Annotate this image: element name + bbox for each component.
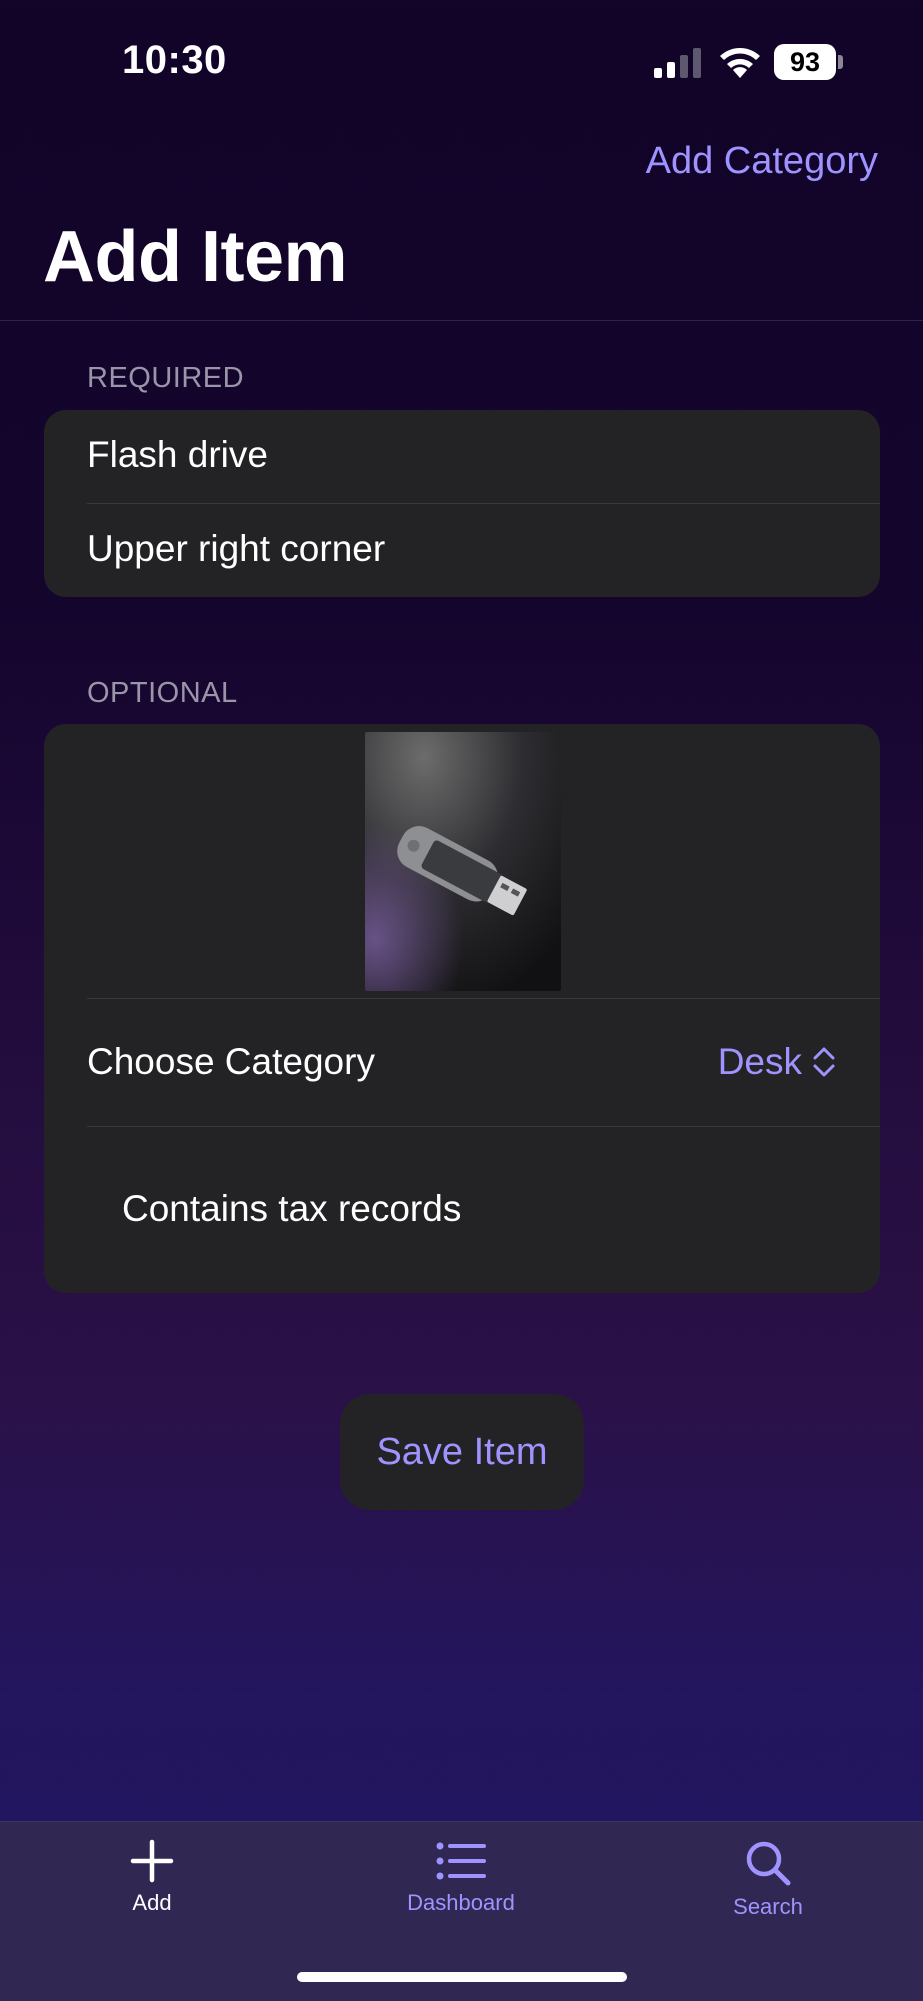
row-divider (87, 998, 880, 999)
row-divider (87, 503, 880, 504)
required-section-header: REQUIRED (87, 362, 245, 394)
list-icon (436, 1842, 486, 1880)
plus-icon (130, 1839, 174, 1883)
tab-dashboard-label: Dashboard (407, 1890, 515, 1915)
nav-divider (0, 320, 923, 321)
notes-field[interactable]: Contains tax records (122, 1188, 461, 1230)
wifi-icon (720, 48, 760, 78)
category-picker-label: Choose Category (87, 1041, 375, 1082)
battery-icon: 93 (774, 44, 844, 80)
required-card: Flash drive Upper right corner (44, 410, 880, 597)
category-picker-value: Desk (717, 1041, 802, 1082)
chevron-up-down-icon (813, 1047, 835, 1077)
page-title: Add Item (43, 217, 348, 297)
cellular-signal-icon (654, 48, 701, 78)
item-photo[interactable] (365, 732, 561, 991)
category-picker[interactable]: Desk (718, 1041, 836, 1083)
tab-search-label: Search (733, 1894, 803, 1919)
tab-dashboard[interactable]: Dashboard (361, 1822, 561, 1952)
battery-cap (838, 55, 843, 69)
add-category-button[interactable]: Add Category (646, 140, 878, 183)
item-name-field[interactable]: Flash drive (87, 434, 268, 476)
tab-add-label: Add (132, 1890, 172, 1915)
row-divider (87, 1126, 880, 1127)
optional-section-header: OPTIONAL (87, 677, 238, 709)
magnifier-icon (746, 1841, 791, 1886)
item-photo-image (365, 732, 561, 991)
battery-level: 93 (774, 44, 836, 80)
tab-add[interactable]: Add (52, 1822, 252, 1952)
status-time: 10:30 (122, 38, 227, 82)
optional-card: Choose Category Desk Contains tax record… (44, 724, 880, 1293)
tab-search[interactable]: Search (668, 1822, 868, 1952)
home-indicator (297, 1972, 627, 1982)
save-item-button[interactable]: Save Item (340, 1394, 584, 1510)
item-location-field[interactable]: Upper right corner (87, 528, 385, 570)
status-bar: 10:30 93 (0, 0, 923, 110)
